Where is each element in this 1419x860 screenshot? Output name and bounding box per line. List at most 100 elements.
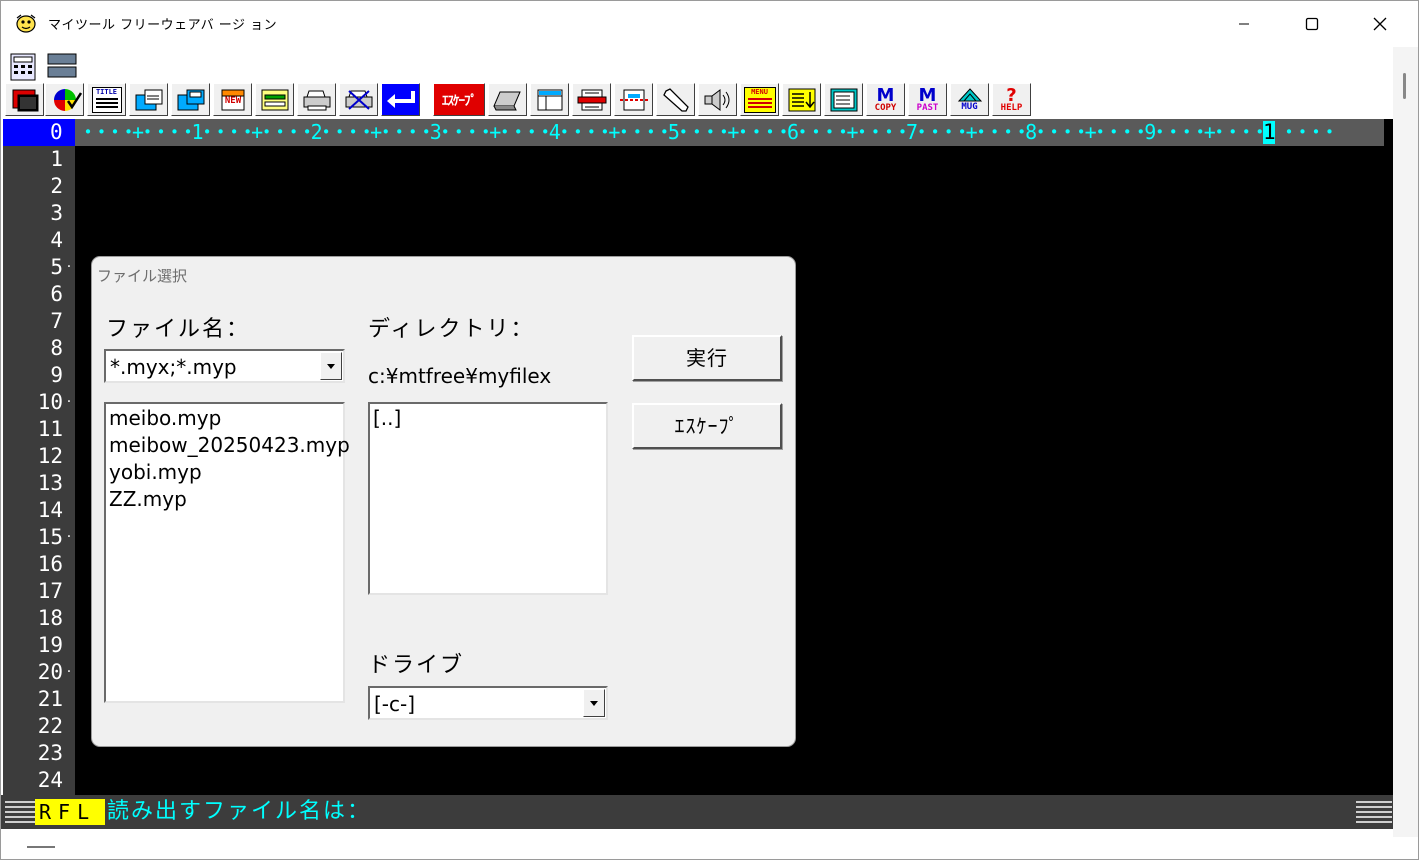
split-window-button[interactable] — [46, 51, 78, 81]
line-number: 10 — [37, 390, 63, 414]
directory-label: ディレクトリ： — [368, 317, 535, 342]
line-number: 6 — [50, 282, 63, 306]
delete-row-button[interactable] — [614, 83, 653, 116]
line-marker-dot: · — [66, 259, 72, 275]
file-list-item[interactable]: ZZ.myp — [109, 486, 340, 513]
pencil-icon — [662, 87, 689, 112]
vertical-scrollbar[interactable] — [1393, 47, 1418, 837]
window-title: マイツール フリーウェアバ ージ ョン — [48, 18, 278, 33]
file-list-item[interactable]: meibo.myp — [109, 405, 340, 432]
delete-row-icon — [619, 89, 648, 110]
title-icon: TITLE — [91, 86, 122, 113]
file-filter-value: *.myx;*.myp — [110, 355, 237, 379]
sort-button[interactable] — [782, 83, 821, 116]
line-number: 9 — [50, 363, 63, 387]
help-button[interactable]: ? HELP — [992, 83, 1031, 116]
mug-button[interactable]: MUG — [950, 83, 989, 116]
line-number: 22 — [37, 714, 63, 738]
file-list-item[interactable]: yobi.myp — [109, 459, 340, 486]
card-button[interactable] — [255, 83, 294, 116]
horizontal-scroll-thumb[interactable] — [27, 846, 55, 848]
color-button[interactable] — [45, 83, 84, 116]
vertical-scroll-thumb[interactable] — [1403, 73, 1406, 99]
line-number: 8 — [50, 336, 63, 360]
line-number: 23 — [37, 741, 63, 765]
new-file-button[interactable]: NEW — [213, 83, 252, 116]
line-number: 16 — [37, 552, 63, 576]
ruler-tail: ・・・・+・・・・ — [1279, 120, 1340, 144]
layout-icon — [537, 89, 562, 110]
line-number: 1 — [50, 147, 63, 171]
line-number: 7 — [50, 309, 63, 333]
copy-button[interactable]: M COPY — [866, 83, 905, 116]
save-file-button[interactable] — [171, 83, 210, 116]
line-number: 12 — [37, 444, 63, 468]
dialog-title: ファイル選択 — [97, 267, 188, 285]
window-icon — [12, 89, 38, 111]
save-file-icon — [177, 89, 204, 110]
menu-button[interactable]: MENU — [740, 83, 779, 116]
insert-row-icon — [577, 89, 606, 110]
file-list[interactable]: meibo.myp meibow_20250423.myp yobi.myp ZZ.m… — [104, 402, 350, 703]
execute-button[interactable]: 実行 — [632, 335, 782, 381]
paste-button[interactable]: M PAST — [908, 83, 947, 116]
line-number: 11 — [37, 417, 63, 441]
horizontal-scrollbar[interactable] — [1, 829, 1393, 859]
line-number: 14 — [37, 498, 63, 522]
escape-toolbar-button[interactable]: ｴｽｹｰﾌﾟ — [433, 83, 485, 116]
line-number: 21 — [37, 687, 63, 711]
line-number: 19 — [37, 633, 63, 657]
menu-lines-icon — [5, 799, 37, 825]
status-bar: RFL 読み出すファイル名は： — [1, 795, 1393, 829]
layout-button[interactable] — [530, 83, 569, 116]
escape-button[interactable]: ｴｽｹｰﾌﾟ — [632, 403, 782, 449]
file-filter-dropdown-button[interactable] — [320, 352, 342, 380]
file-select-dialog: ファイル選択 ファイル名： *.myx;*.myp meibo.myp meibo… — [91, 256, 796, 747]
minimize-button[interactable] — [1210, 1, 1278, 47]
calculator-icon — [10, 53, 36, 81]
insert-row-button[interactable] — [572, 83, 611, 116]
screen-button[interactable] — [824, 83, 863, 116]
speaker-icon — [704, 88, 729, 111]
eraser-icon — [492, 91, 521, 110]
file-filter-combo[interactable]: *.myx;*.myp — [104, 349, 345, 383]
print-button[interactable] — [297, 83, 336, 116]
eraser-button[interactable] — [488, 83, 527, 116]
line-number: 13 — [37, 471, 63, 495]
print-preview-icon — [345, 89, 372, 110]
window-button[interactable] — [5, 83, 44, 116]
directory-path: c:¥mtfree¥myfilex — [368, 364, 552, 388]
drive-combo[interactable]: [-c-] — [368, 686, 608, 720]
title-bar: マイツール フリーウェアバ ージ ョン — [1, 1, 1418, 47]
toolbar-row-1 — [1, 47, 1393, 81]
card-icon — [261, 89, 288, 110]
line-number: 3 — [50, 201, 63, 225]
filename-label: ファイル名： — [106, 317, 251, 342]
file-list-item[interactable]: meibow_20250423.myp — [109, 432, 350, 459]
line-number: 17 — [37, 579, 63, 603]
line-number: 4 — [50, 228, 63, 252]
line-number: 20 — [37, 660, 63, 684]
column-ruler: 0 ・・・・+・・・・1・・・・+・・・・2・・・・+・・・・3・・・・+・・・… — [3, 119, 1384, 146]
calculator-button[interactable] — [7, 51, 39, 81]
maximize-icon — [1305, 17, 1319, 31]
close-button[interactable] — [1346, 1, 1414, 47]
enter-arrow-icon — [386, 90, 415, 108]
line-number: 24 — [37, 768, 63, 792]
toolbar-row-2: TITLE NEW ｴｽｹｰﾌﾟ MENU M COPY M PAST MUG … — [1, 81, 1393, 117]
line-marker-dot: · — [66, 529, 72, 545]
drive-dropdown-button[interactable] — [583, 689, 605, 717]
directory-list-item[interactable]: [..] — [373, 405, 603, 432]
title-button[interactable]: TITLE — [87, 83, 126, 116]
pencil-button[interactable] — [656, 83, 695, 116]
directory-list[interactable]: [..] — [368, 402, 608, 595]
enter-button[interactable] — [381, 83, 420, 116]
sound-button[interactable] — [698, 83, 737, 116]
screen-icon — [830, 88, 857, 111]
ruler-origin: 0 — [3, 119, 75, 146]
line-number: 18 — [37, 606, 63, 630]
dropdown-arrow-icon — [590, 701, 598, 706]
open-file-button[interactable] — [129, 83, 168, 116]
maximize-button[interactable] — [1278, 1, 1346, 47]
print-preview-button[interactable] — [339, 83, 378, 116]
